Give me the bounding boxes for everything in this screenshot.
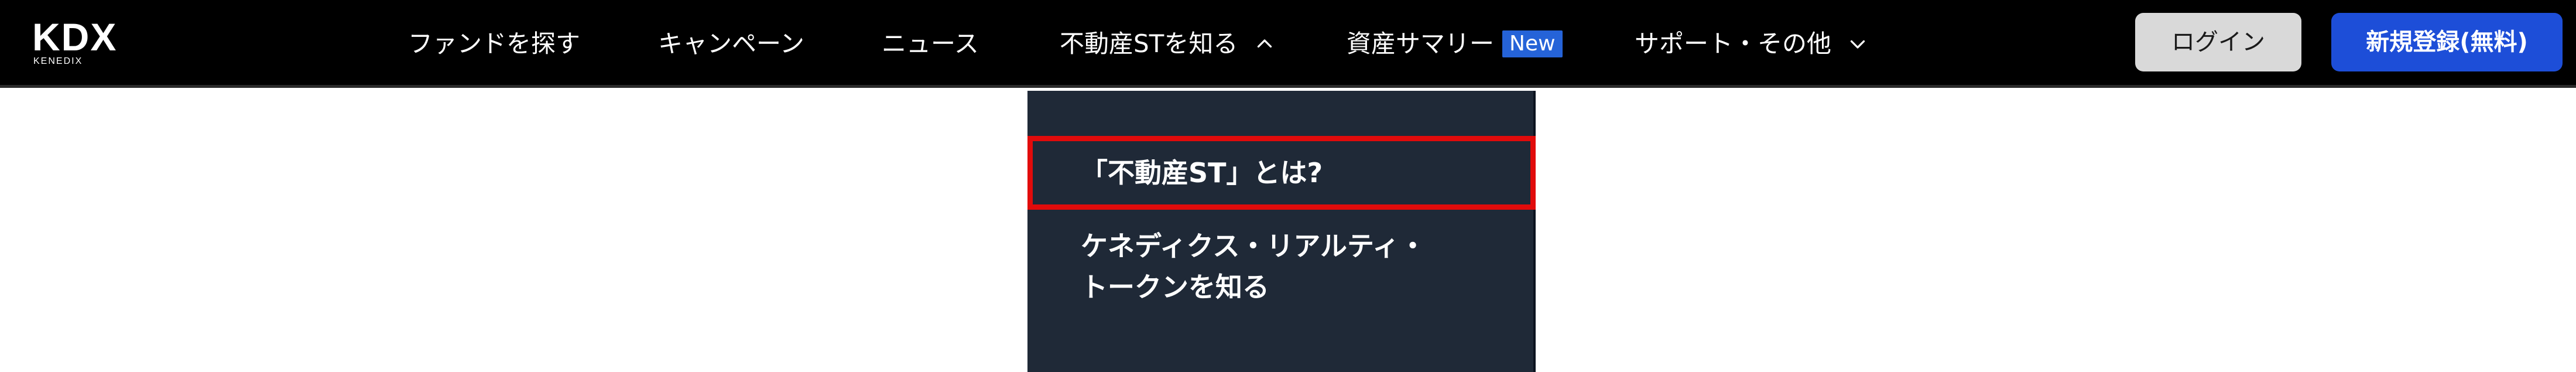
nav-item-find-funds[interactable]: ファンドを探す — [408, 23, 580, 64]
nav-item-campaign[interactable]: キャンペーン — [658, 23, 804, 64]
nav-item-label: ファンドを探す — [408, 29, 581, 58]
page: KDX KENEDIX ファンドを探す キャンペーン ニュース 不動産STを知る… — [0, 0, 2576, 372]
chevron-down-icon — [1851, 40, 1865, 49]
nav-item-news[interactable]: ニュース — [882, 23, 979, 64]
nav-item-label: サポート・その他 — [1635, 29, 1832, 58]
learn-st-dropdown-menu: 「不動産ST」とは? ケネディクス・リアルティ・ トークンを知る — [1027, 91, 1536, 372]
dropdown-item-label-line1: ケネディクス・リアルティ・ — [1081, 230, 1427, 262]
nav-item-label: キャンペーン — [658, 29, 804, 58]
kdx-logo[interactable]: KDX KENEDIX — [32, 15, 138, 66]
nav-item-learn-st[interactable]: 不動産STを知る — [1060, 23, 1275, 64]
dropdown-item-kenedix-realty-token[interactable]: ケネディクス・リアルティ・ トークンを知る — [1081, 226, 1514, 308]
nav-item-asset-summary[interactable]: 資産サマリー New — [1347, 23, 1563, 64]
new-badge: New — [1502, 30, 1563, 57]
register-button[interactable]: 新規登録(無料) — [2331, 13, 2563, 71]
nav-item-label: 不動産STを知る — [1060, 29, 1238, 58]
site-header: KDX KENEDIX ファンドを探す キャンペーン ニュース 不動産STを知る… — [0, 0, 2576, 88]
dropdown-item-label-line2: トークンを知る — [1081, 271, 1269, 303]
nav-item-label: 資産サマリー — [1347, 29, 1495, 58]
logo-subtext: KENEDIX — [33, 56, 83, 66]
nav-item-support[interactable]: サポート・その他 — [1635, 23, 1868, 64]
logo-mark: KDX — [32, 15, 118, 59]
dropdown-item-what-is-st[interactable]: 「不動産ST」とは? — [1027, 136, 1536, 210]
login-button[interactable]: ログイン — [2135, 13, 2301, 71]
nav-item-label: ニュース — [882, 29, 979, 58]
chevron-up-icon — [1257, 39, 1272, 47]
